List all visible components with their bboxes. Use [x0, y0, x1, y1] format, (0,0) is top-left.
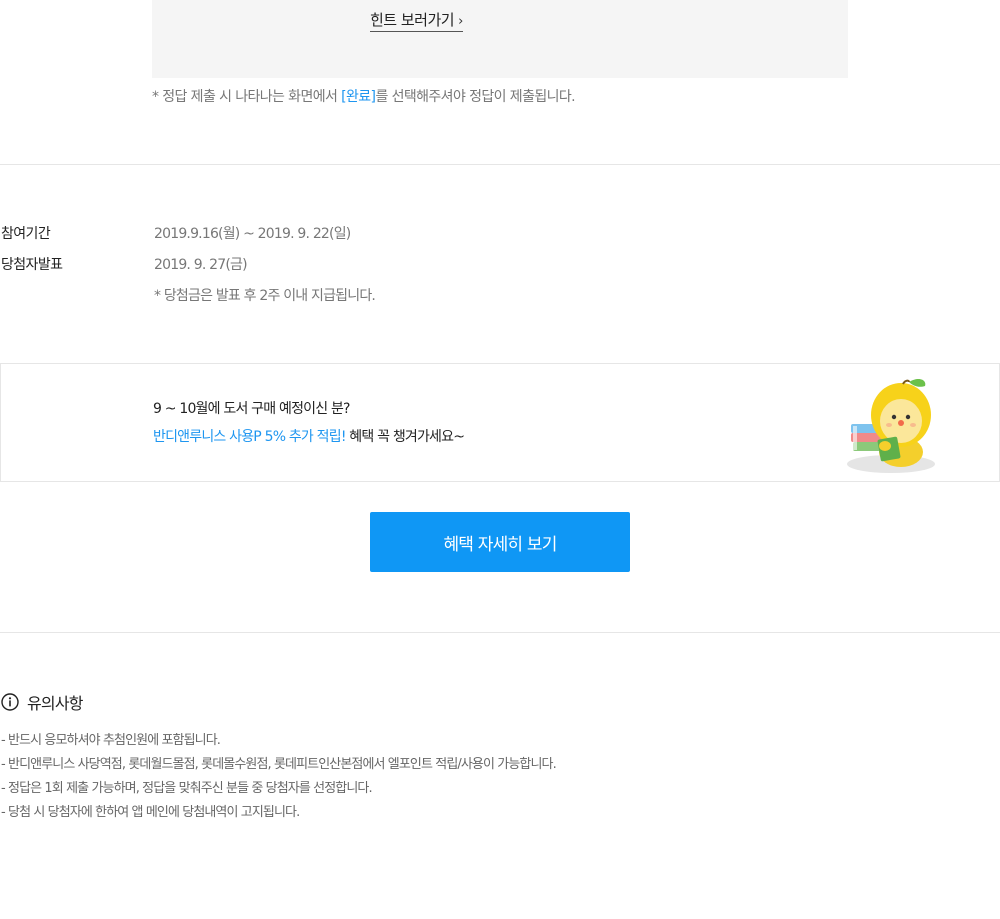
announce-label: 당첨자발표: [1, 257, 63, 273]
period-value: 2019.9.16(월) ~ 2019. 9. 22(일): [154, 226, 351, 242]
hint-link-label: 힌트 보러가기: [370, 11, 455, 29]
banner-rest: 혜택 꼭 챙겨가세요~: [345, 429, 465, 445]
notice-header: 유의사항: [1, 690, 83, 714]
section-divider: [0, 632, 1000, 633]
benefit-banner[interactable]: 9 ~ 10월에 도서 구매 예정이신 분? 반디앤루니스 사용P 5% 추가 …: [0, 363, 1000, 482]
submit-note-highlight: [완료]: [341, 89, 376, 105]
notice-list: - 반드시 응모하셔야 추첨인원에 포함됩니다. - 반디앤루니스 사당역점, …: [1, 729, 557, 825]
notice-item: - 반디앤루니스 사당역점, 롯데월드몰점, 롯데몰수원점, 롯데피트인산본점에…: [1, 757, 557, 772]
chevron-right-icon: ›: [458, 14, 463, 29]
banner-headline: 9 ~ 10월에 도서 구매 예정이신 분?: [153, 401, 350, 417]
info-circle-icon: [1, 693, 19, 711]
submit-note: * 정답 제출 시 나타나는 화면에서 [완료]를 선택해주셔야 정답이 제출됩…: [152, 86, 576, 106]
notice-item: - 당첨 시 당첨자에 한하여 앱 메인에 당첨내역이 고지됩니다.: [1, 805, 300, 820]
prize-note: * 당첨금은 발표 후 2주 이내 지급됩니다.: [154, 288, 376, 304]
benefit-details-button[interactable]: 혜택 자세히 보기: [370, 512, 630, 572]
lemon-mascot-with-books-icon: [847, 379, 935, 473]
submit-note-suffix: 를 선택해주셔야 정답이 제출됩니다.: [375, 89, 576, 105]
notice-item: - 정답은 1회 제출 가능하며, 정답을 맞춰주신 분들 중 당첨자를 선정합…: [1, 781, 373, 796]
notice-item: - 반드시 응모하셔야 추첨인원에 포함됩니다.: [1, 733, 221, 748]
hint-panel: [152, 0, 848, 78]
hint-link[interactable]: 힌트 보러가기 ›: [370, 9, 463, 32]
notice-title: 유의사항: [27, 694, 83, 713]
submit-note-prefix: * 정답 제출 시 나타나는 화면에서: [152, 89, 342, 105]
section-divider: [0, 164, 1000, 165]
period-label: 참여기간: [1, 226, 51, 242]
announce-value: 2019. 9. 27(금): [154, 257, 248, 273]
banner-subline: 반디앤루니스 사용P 5% 추가 적립! 혜택 꼭 챙겨가세요~: [153, 426, 465, 446]
banner-highlight: 반디앤루니스 사용P 5% 추가 적립!: [153, 429, 346, 445]
